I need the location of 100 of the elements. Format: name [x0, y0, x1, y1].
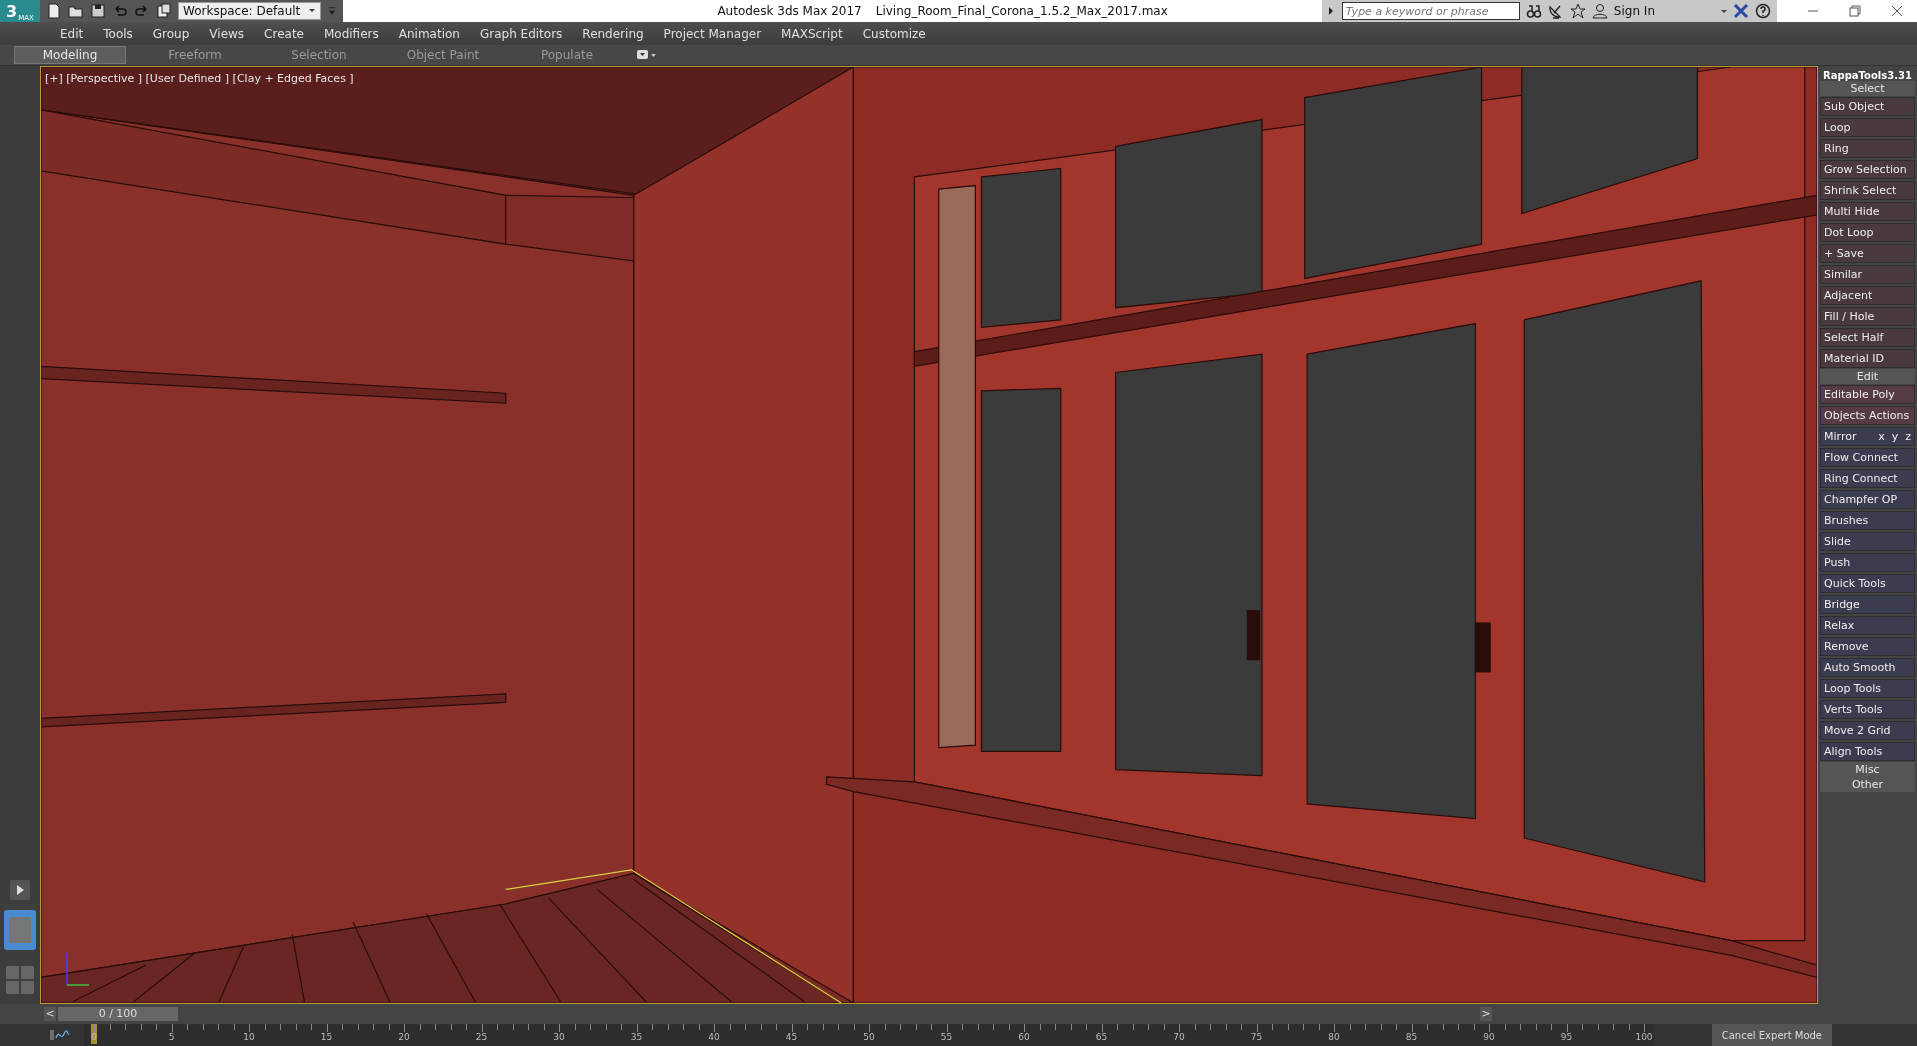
restore-icon[interactable] [1849, 5, 1861, 17]
tool-button[interactable]: Multi Hide [1820, 202, 1915, 221]
axis-button[interactable]: x [1878, 430, 1885, 443]
section-header: Select [1820, 81, 1915, 96]
tool-button[interactable]: Champfer OP [1820, 490, 1915, 509]
axis-button[interactable]: y [1891, 430, 1899, 443]
tool-button[interactable]: Objects Actions [1820, 406, 1915, 425]
cancel-expert-mode-button[interactable]: Cancel Expert Mode [1711, 1024, 1832, 1046]
file-name: Living_Room_Final_Corona_1.5.2_Max_2017.max [875, 4, 1168, 18]
tool-button[interactable]: Dot Loop [1820, 223, 1915, 242]
tool-button[interactable]: Ring Connect [1820, 469, 1915, 488]
time-marker[interactable] [91, 1024, 97, 1044]
curve-editor-icon[interactable] [50, 1028, 70, 1042]
tool-button[interactable]: Relax [1820, 616, 1915, 635]
binoculars-icon[interactable] [1525, 3, 1542, 19]
tool-button[interactable]: Push [1820, 553, 1915, 572]
menu-item[interactable]: Views [199, 26, 255, 41]
tool-button[interactable]: Grow Selection [1820, 160, 1915, 179]
frame-number: 95 [1560, 1032, 1573, 1042]
tool-button[interactable]: Material ID [1820, 349, 1915, 368]
time-slider-thumb[interactable]: 0 / 100 [58, 1007, 178, 1021]
tool-button[interactable]: Similar [1820, 265, 1915, 284]
menu-item[interactable]: Rendering [572, 26, 654, 41]
tool-button[interactable]: Select Half [1820, 328, 1915, 347]
tool-button[interactable]: Bridge [1820, 595, 1915, 614]
tool-button[interactable]: Editable Poly [1820, 385, 1915, 404]
menu-item[interactable]: Modifiers [313, 26, 389, 41]
frame-number: 15 [320, 1032, 333, 1042]
tool-button[interactable]: Shrink Select [1820, 181, 1915, 200]
menu-item[interactable]: Create [254, 26, 314, 41]
frame-number: 75 [1250, 1032, 1263, 1042]
frame-number: 25 [475, 1032, 488, 1042]
tool-button[interactable]: + Save [1820, 244, 1915, 263]
frame-number: 45 [785, 1032, 798, 1042]
frame-number: 60 [1018, 1032, 1030, 1042]
star-icon[interactable] [1569, 3, 1586, 19]
frame-number: 70 [1173, 1032, 1185, 1042]
frame-number: 5 [168, 1032, 175, 1042]
undo-icon[interactable] [112, 3, 128, 19]
tool-button[interactable]: Quick Tools [1820, 574, 1915, 593]
satellite-dish-icon[interactable] [1547, 3, 1564, 19]
tool-button[interactable]: Loop Tools [1820, 679, 1915, 698]
tool-button[interactable]: Auto Smooth [1820, 658, 1915, 677]
frame-number: 10 [243, 1032, 255, 1042]
app-title: Autodesk 3ds Max 2017 [717, 4, 862, 18]
menu-item[interactable]: Project Manager [653, 26, 772, 41]
frame-number: 40 [708, 1032, 720, 1042]
frame-number: 30 [553, 1032, 565, 1042]
exchange-x-icon[interactable] [1733, 3, 1749, 19]
tool-button[interactable]: Flow Connect [1820, 448, 1915, 467]
frame-number: 50 [863, 1032, 875, 1042]
menu-item[interactable]: Graph Editors [469, 26, 573, 41]
frame-number: 85 [1405, 1032, 1418, 1042]
menu-item[interactable]: MAXScript [771, 26, 853, 41]
tool-button[interactable]: Align Tools [1820, 742, 1915, 761]
redo-icon[interactable] [134, 3, 150, 19]
frame-number: 20 [398, 1032, 410, 1042]
tool-button[interactable]: Remove [1820, 637, 1915, 656]
menu-item[interactable]: Animation [388, 26, 470, 41]
axis-button[interactable]: z [1905, 430, 1911, 443]
menu-item[interactable]: Customize [852, 26, 936, 41]
menu-item[interactable]: Tools [93, 26, 143, 41]
tool-button[interactable]: Ring [1820, 139, 1915, 158]
time-slider[interactable]: < 0 / 100 > [40, 1004, 1492, 1024]
tool-button[interactable]: Adjacent [1820, 286, 1915, 305]
user-icon[interactable] [1591, 3, 1608, 19]
new-file-icon[interactable] [46, 3, 62, 19]
frame-number: 0 [91, 1032, 97, 1042]
sign-in-link[interactable]: Sign In [1613, 4, 1715, 18]
viewport[interactable]: [+] [Perspective ] [User Defined ] [Clay + Edged Faces ] [40, 66, 1818, 1004]
help-icon[interactable] [1755, 3, 1771, 19]
tool-button[interactable]: Sub Object [1820, 97, 1915, 116]
save-icon[interactable] [90, 3, 106, 19]
tool-button[interactable]: Fill / Hole [1820, 307, 1915, 326]
next-frame-button[interactable]: > [1480, 1007, 1492, 1021]
ribbon-toggle-icon[interactable] [636, 49, 658, 61]
tool-button[interactable]: Move 2 Grid [1820, 721, 1915, 740]
menu-item[interactable]: Edit [50, 26, 94, 41]
frame-number: 100 [1635, 1032, 1653, 1042]
frame-number: 65 [1095, 1032, 1108, 1042]
panel-title: RappaTools3.31 [1822, 69, 1913, 81]
section-header: Other [1820, 777, 1915, 792]
frame-number: 35 [630, 1032, 643, 1042]
frame-number: 90 [1483, 1032, 1495, 1042]
open-folder-icon[interactable] [68, 3, 84, 19]
tool-button[interactable]: Verts Tools [1820, 700, 1915, 719]
mirror-button[interactable]: Mirror [1824, 430, 1857, 443]
tool-button[interactable]: Slide [1820, 532, 1915, 551]
workspace-dropdown[interactable]: Workspace: Default [178, 2, 322, 20]
timeline-ruler[interactable]: 0 5 10 15 20 25 30 35 40 45 50 55 60 65 70 75 80 85 90 95 100 [84, 1024, 1654, 1046]
menu-item[interactable]: Group [142, 26, 200, 41]
close-icon[interactable] [1891, 5, 1903, 17]
previous-frame-button[interactable]: < [44, 1007, 56, 1021]
play-icon[interactable] [10, 880, 30, 900]
ribbon-tab[interactable]: Modeling [14, 46, 126, 64]
search-field[interactable]: Type a keyword or phrase [1341, 2, 1520, 20]
viewport-label[interactable]: [+] [Perspective ] [User Defined ] [Clay + Edged Faces ] [45, 72, 354, 85]
project-folder-icon[interactable] [156, 3, 172, 19]
tool-button[interactable]: Brushes [1820, 511, 1915, 530]
tool-button[interactable]: Loop [1820, 118, 1915, 137]
